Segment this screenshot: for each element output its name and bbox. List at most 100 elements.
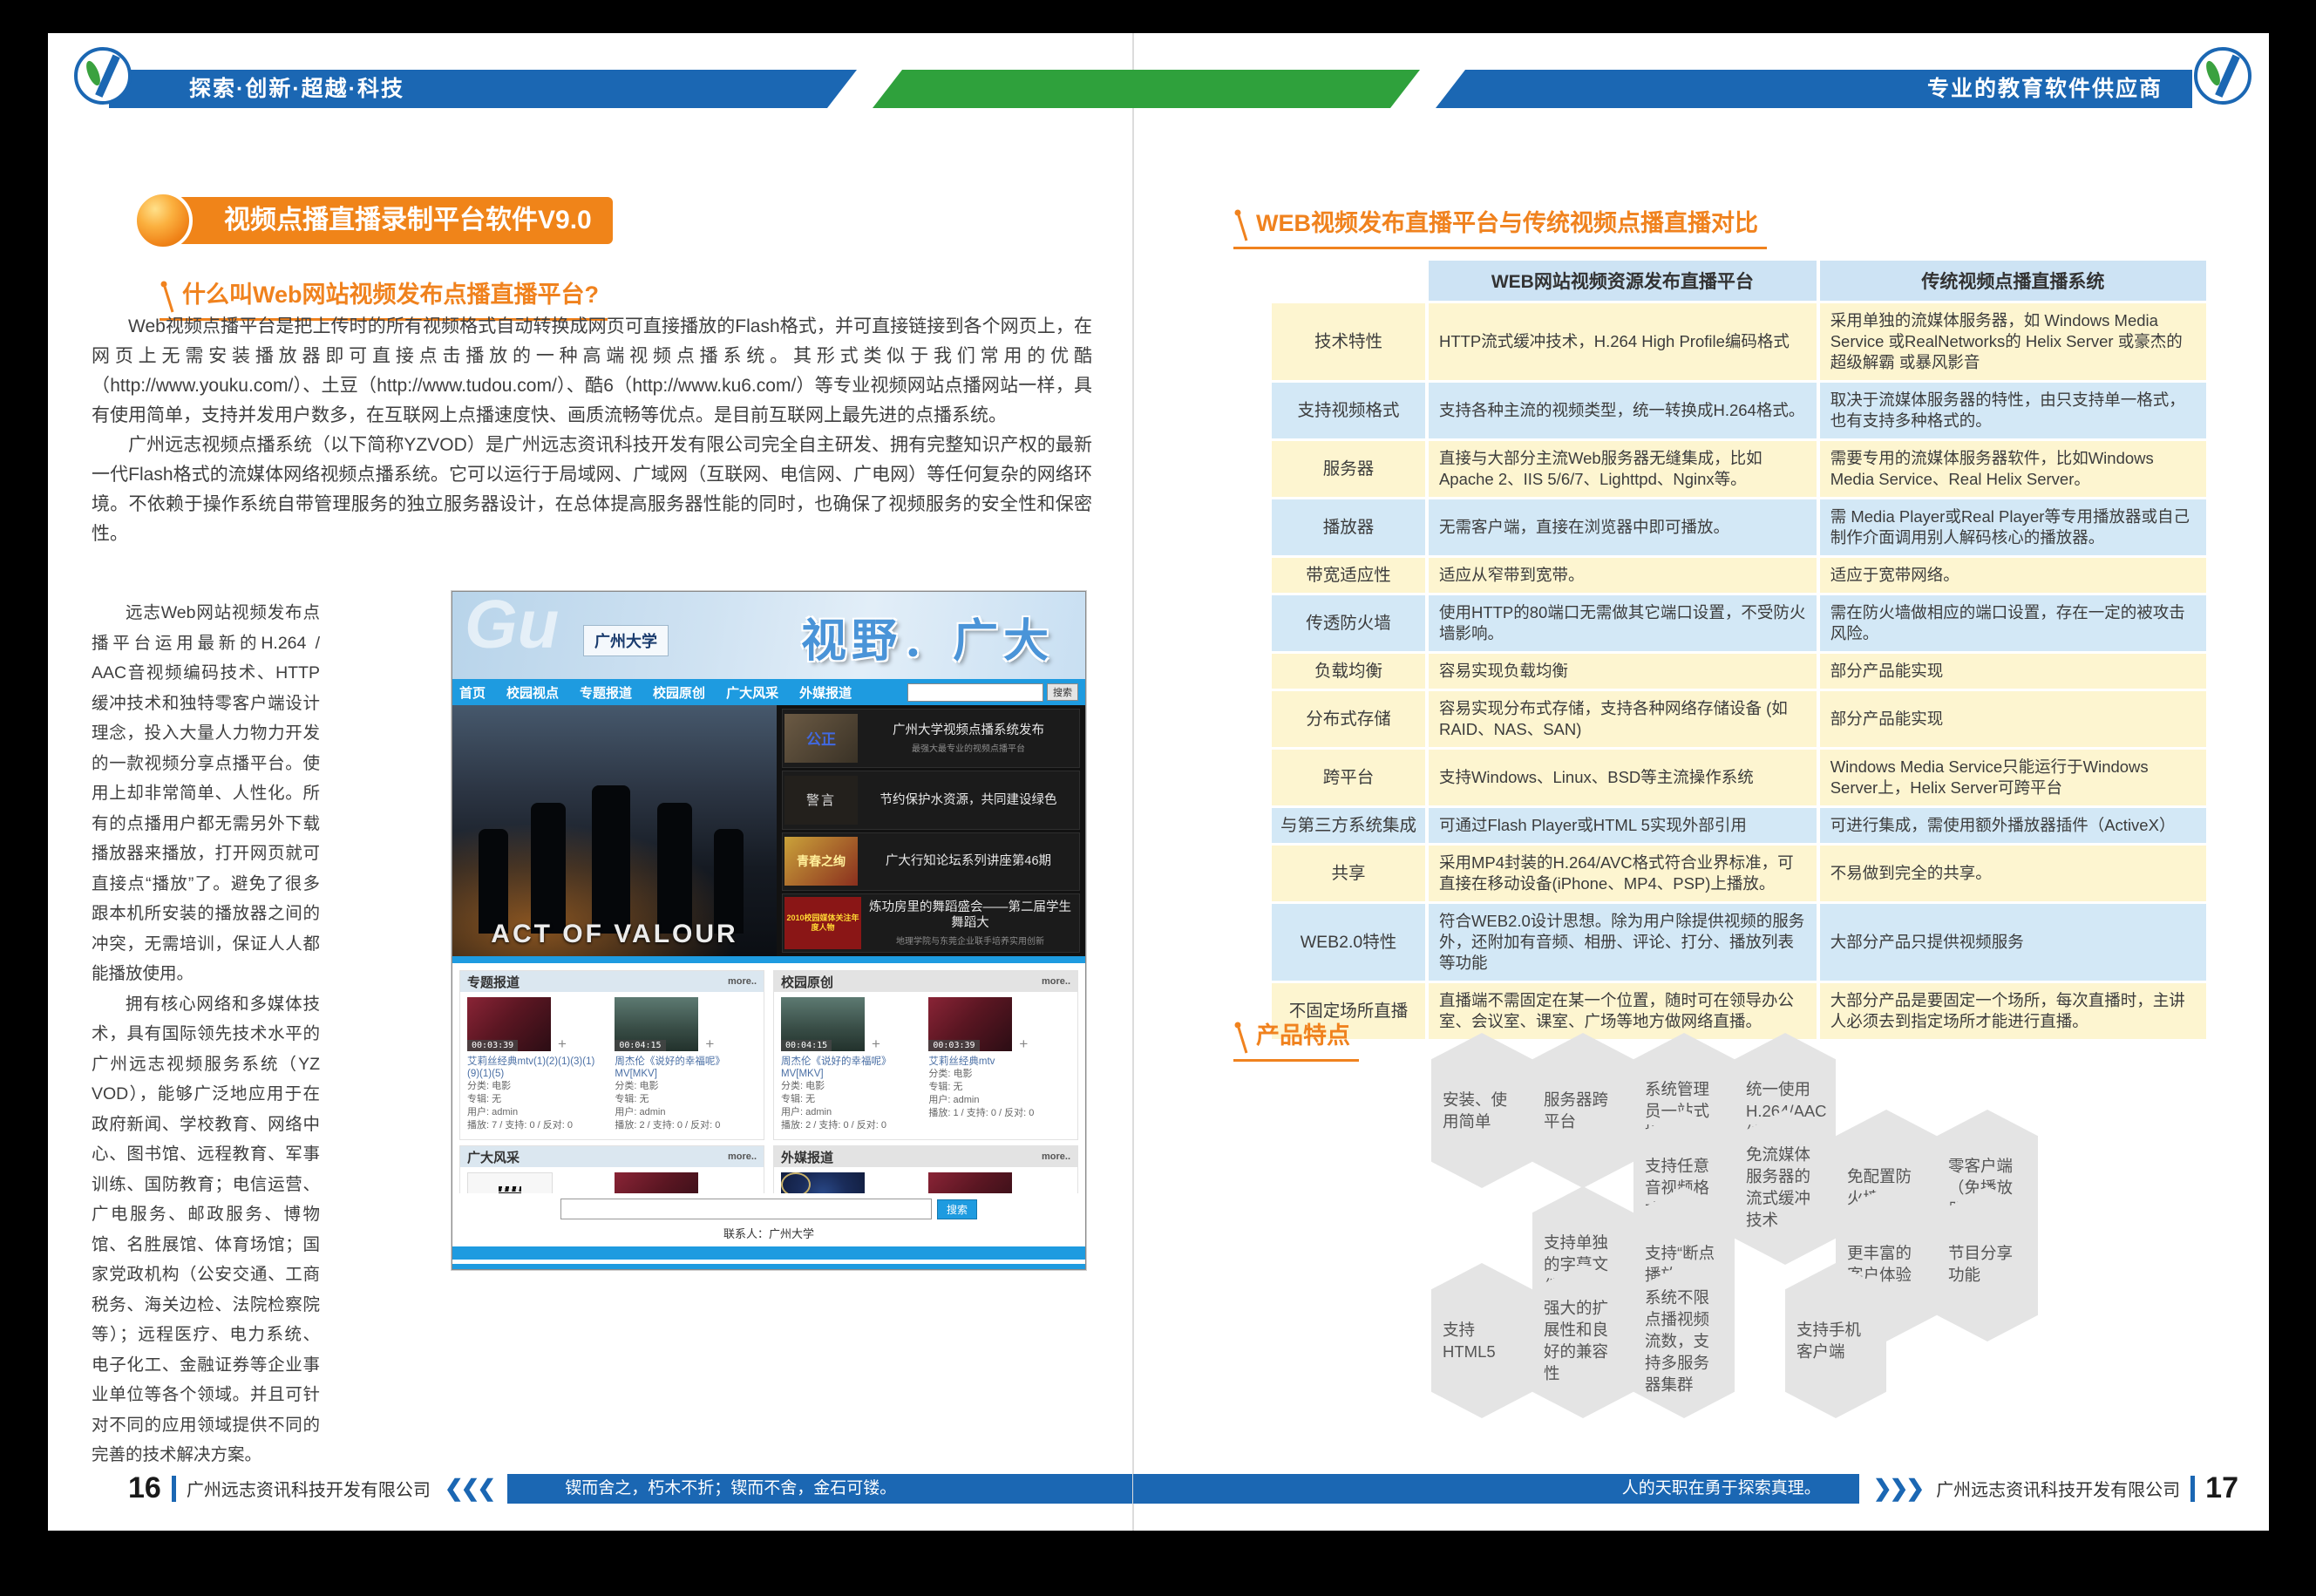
traditional-cell: 采用单独的流媒体服务器，如 Windows Media Service 或Rea… (1820, 303, 2206, 380)
more-link[interactable]: more.. (1042, 976, 1070, 987)
expand-plus-icon[interactable]: + (1019, 1036, 1028, 1053)
paragraph: 广州远志视频点播系统（以下简称YZVOD）是广州远志资讯科技开发有限公司完全自主… (92, 431, 1092, 549)
brochure-spread: { "header": { "left_slogan": "探索·创新·超越·科… (0, 0, 2316, 1596)
feature-hexagon: 系统不限点播视频流数，支持多服务器集群 (1633, 1263, 1735, 1418)
soldier-silhouette (657, 803, 692, 934)
featured-item[interactable]: 警言节约保护水资源，共同建设绿色 (782, 771, 1080, 830)
video-duration: 00:04:15 (615, 1040, 665, 1051)
video-title[interactable]: 周杰伦《说好的幸福呢》MV[MKV] (781, 1056, 920, 1080)
video-meta-line: 分类: 电影 (467, 1080, 606, 1093)
intro-paragraphs: Web视频点播平台是把上传时的所有视频格式自动转换成网页可直接播放的Flash格… (92, 312, 1092, 549)
expand-plus-icon[interactable]: + (705, 1036, 714, 1053)
feature-hexagon: 支持手机客户端 (1785, 1263, 1886, 1418)
expand-plus-icon[interactable]: + (558, 1036, 567, 1053)
section-heading-text: WEB视频发布直播平台与传统视频点播直播对比 (1256, 210, 1758, 236)
quote-bar: 人的天职在勇于探索真理。 (1133, 1474, 1859, 1504)
feature-hexagon: 支持HTML5 (1431, 1263, 1532, 1418)
video-meta-line: 分类: 电影 (781, 1080, 920, 1093)
video-meta-line: 专辑: 无 (467, 1093, 606, 1106)
table-row: 分布式存储容易实现分布式存储，支持各种网络存储设备 (如RAID、NAS、SAN… (1272, 691, 2206, 747)
row-label-cell: 负载均衡 (1272, 654, 1425, 689)
site-search-input[interactable] (907, 683, 1043, 702)
nav-search-area: 搜索 (907, 683, 1078, 702)
traditional-cell: 可进行集成，需使用额外播放器插件（ActiveX） (1820, 808, 2206, 843)
traditional-cell: 部分产品能实现 (1820, 654, 2206, 689)
featured-item[interactable]: 公正广州大学视频点播系统发布最强大最专业的视频点播平台 (782, 709, 1080, 768)
feature-hexagon: 安装、使用简单 (1431, 1033, 1532, 1188)
row-label-cell: 带宽适应性 (1272, 558, 1425, 593)
featured-thumbnail: 公正 (784, 714, 858, 763)
expand-plus-icon[interactable]: + (872, 1036, 880, 1053)
footer-right: 人的天职在勇于探索真理。 ❯❯❯ 广州远志资讯科技开发有限公司 17 (1133, 1471, 2238, 1505)
table-row: 与第三方系统集成可通过Flash Player或HTML 5实现外部引用可进行集… (1272, 808, 2206, 843)
hook-icon (1233, 1020, 1254, 1055)
featured-thumbnail: 2010校园媒体关注年度人物 (784, 897, 861, 949)
quote-bar: 锲而舍之，朽木不折；锲而不舍，金石可镂。 (507, 1474, 1132, 1504)
featured-info: 广州大学视频点播系统发布最强大最专业的视频点播平台 (863, 723, 1077, 754)
video-card[interactable]: 00:04:15+周杰伦《说好的幸福呢》MV[MKV]分类: 电影专辑: 无用户… (615, 997, 753, 1132)
hook-icon (160, 279, 180, 314)
video-card[interactable]: 00:03:39+艾莉丝经典mtv(1)(2)(1)(3)(1)(9)(1)(5… (467, 997, 606, 1132)
web-platform-cell: 采用MP4封装的H.264/AVC格式符合业界标准，可直接在移动设备(iPhon… (1429, 846, 1817, 901)
channel-section: 专题报道 more.. 00:03:39+艾莉丝经典mtv(1)(2)(1)(3)(… (459, 970, 764, 1140)
video-title[interactable]: 艾莉丝经典mtv (928, 1056, 1067, 1068)
nav-item-1[interactable]: 校园视点 (506, 683, 559, 702)
video-title[interactable]: 周杰伦《说好的幸福呢》MV[MKV] (615, 1056, 753, 1080)
bottom-search-button[interactable]: 搜索 (937, 1199, 977, 1219)
video-thumbnail: 00:04:15 (615, 997, 698, 1051)
video-meta-line: 播放: 2 / 支持: 0 / 反对: 0 (615, 1119, 753, 1132)
more-link[interactable]: more.. (728, 976, 757, 987)
web-platform-cell: 适应从窄带到宽带。 (1429, 558, 1817, 593)
feature-hexagon: 服务器跨平台 (1532, 1033, 1633, 1188)
table-row: 传透防火墙使用HTTP的80端口无需做其它端口设置，不受防火墙影响。需在防火墙做… (1272, 595, 2206, 651)
section-heading-features: 产品特点 (1233, 1016, 1359, 1062)
footer-divider (2190, 1476, 2195, 1502)
soldier-silhouette (531, 803, 566, 934)
featured-title: 广大行知论坛系列讲座第46期 (863, 853, 1074, 869)
web-platform-cell: 符合WEB2.0设计思想。除为用户除提供视频的服务外，还附加有音频、相册、评论、… (1429, 904, 1817, 981)
more-link[interactable]: more.. (1042, 1151, 1070, 1162)
paragraph: 远志Web网站视频发布点播平台运用最新的H.264 / AAC音视频编码技术、H… (92, 598, 320, 989)
university-logo: 广州大学 (583, 625, 669, 656)
video-meta-line: 播放: 1 / 支持: 0 / 反对: 0 (928, 1107, 1067, 1120)
site-search-button[interactable]: 搜索 (1047, 683, 1078, 701)
channel-title: 外媒报道 (781, 1148, 833, 1166)
nav-item-4[interactable]: 广大风采 (726, 683, 778, 702)
featured-thumbnail: 青春之绚 (784, 837, 858, 886)
video-card[interactable]: 00:04:15+周杰伦《说好的幸福呢》MV[MKV]分类: 电影专辑: 无用户… (781, 997, 920, 1132)
video-title[interactable]: 艾莉丝经典mtv(1)(2)(1)(3)(1)(9)(1)(5) (467, 1056, 606, 1080)
paragraph: 拥有核心网络和多媒体技术，具有国际领先技术水平的广州远志视频服务系统（YZ VO… (92, 989, 320, 1470)
chevrons-right-icon: ❯❯❯ (1873, 1475, 1922, 1502)
divider-bar (452, 956, 1085, 963)
bottom-search-input[interactable] (560, 1199, 932, 1219)
nav-item-0[interactable]: 首页 (459, 683, 486, 702)
video-meta-line: 用户: admin (781, 1269, 920, 1270)
table-row: 共享采用MP4封装的H.264/AVC格式符合业界标准，可直接在移动设备(iPh… (1272, 846, 2206, 901)
web-platform-cell: 支持Windows、Linux、BSD等主流操作系统 (1429, 750, 1817, 805)
nav-item-3[interactable]: 校园原创 (653, 683, 705, 702)
row-label-cell: 技术特性 (1272, 303, 1425, 380)
table-row: 跨平台支持Windows、Linux、BSD等主流操作系统Windows Med… (1272, 750, 2206, 805)
video-meta-line: 用户: admin (467, 1106, 606, 1119)
more-link[interactable]: more.. (728, 1151, 757, 1162)
video-meta-line: 分类: 电影 (615, 1080, 753, 1093)
header-left-slogan: 探索·创新·超越·科技 (189, 77, 404, 101)
row-label-cell: 播放器 (1272, 499, 1425, 555)
channel-title: 专题报道 (467, 973, 520, 991)
featured-item[interactable]: 2010校园媒体关注年度人物炼功房里的舞蹈盛会——第二届学生舞蹈大地理学院与东莞… (782, 893, 1080, 953)
nav-item-2[interactable]: 专题报道 (580, 683, 632, 702)
nav-item-5[interactable]: 外媒报道 (799, 683, 852, 702)
featured-item[interactable]: 青春之绚广大行知论坛系列讲座第46期 (782, 832, 1080, 892)
video-card[interactable]: 00:03:39+艾莉丝经典mtv分类: 电影专辑: 无用户: admin播放:… (928, 997, 1067, 1132)
paragraph: Web视频点播平台是把上传时的所有视频格式自动转换成网页可直接播放的Flash格… (92, 312, 1092, 431)
row-label-cell: 传透防火墙 (1272, 595, 1425, 651)
featured-title: 炼功房里的舞蹈盛会——第二届学生舞蹈大 (866, 900, 1074, 931)
movie-title: ACT OF VALOUR (452, 920, 777, 949)
channel-header: 专题报道 more.. (460, 971, 764, 992)
featured-subtitle: 地理学院与东莞企业联手培养实用创新 (866, 934, 1074, 947)
traditional-cell: 部分产品能实现 (1820, 691, 2206, 747)
hook-icon (1233, 207, 1254, 242)
movie-poster[interactable]: ACT OF VALOUR (452, 705, 777, 956)
product-title-banner: 视频点播直播录制平台软件V9.0 (161, 197, 613, 244)
footer-bar (452, 1264, 1085, 1269)
